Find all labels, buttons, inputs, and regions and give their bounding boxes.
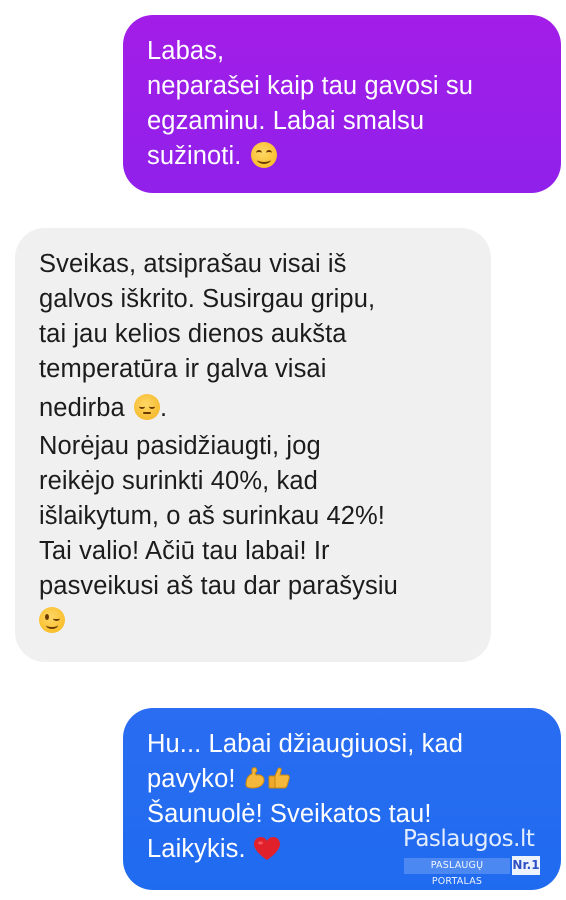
message-text-line: pasveikusi aš tau dar parašysiu xyxy=(39,572,398,600)
thumbs-up-icon xyxy=(268,767,290,789)
winking-face-icon xyxy=(39,607,65,633)
message-text-line: tai jau kelios dienos aukšta xyxy=(39,320,347,348)
message-text-line: nedirba xyxy=(39,394,125,422)
red-heart-icon xyxy=(253,837,280,860)
message-text-line: Norėjau pasidžiaugti, jog xyxy=(39,432,321,460)
message-text-line: galvos iškrito. Susirgau gripu, xyxy=(39,285,376,313)
watermark-title: Paslaugos.lt xyxy=(403,826,535,852)
message-text-line: Labas, xyxy=(147,37,225,65)
message-text-line: Sveikas, atsiprašau visai iš xyxy=(39,250,347,278)
flexed-biceps-icon xyxy=(245,767,265,789)
watermark-subtitle: PASLAUGŲ PORTALAS xyxy=(404,858,510,887)
message-text-line: temperatūra ir galva visai xyxy=(39,355,327,383)
message-text-line: egzaminu. Labai smalsu xyxy=(147,107,425,135)
pensive-face-icon xyxy=(133,394,160,420)
incoming-message-bubble[interactable]: Sveikas, atsiprašau visai iš galvos iškr… xyxy=(15,228,491,662)
smiling-face-icon xyxy=(250,142,277,168)
message-text-line: reikėjo surinkti 40%, kad xyxy=(39,467,318,495)
message-text-line: išlaikytum, o aš surinkau 42%! xyxy=(39,502,385,530)
paslaugos-watermark: Paslaugos.lt PASLAUGŲ PORTALAS Nr.1 xyxy=(402,826,542,887)
message-text-line: pavyko! xyxy=(147,765,236,793)
message-text-line: neparašei kaip tau gavosi su xyxy=(147,72,474,100)
message-text-line: Tai valio! Ačiū tau labai! Ir xyxy=(39,537,330,565)
outgoing-message-bubble[interactable]: Labas, neparašei kaip tau gavosi su egza… xyxy=(123,15,561,193)
watermark-badge: Nr.1 xyxy=(512,856,540,875)
message-text-line: Laikykis. xyxy=(147,835,246,863)
message-text-line: sužinoti. xyxy=(147,142,242,170)
message-text-punctuation: . xyxy=(159,394,168,422)
message-text-line: Hu... Labai džiaugiuosi, kad xyxy=(147,730,464,758)
